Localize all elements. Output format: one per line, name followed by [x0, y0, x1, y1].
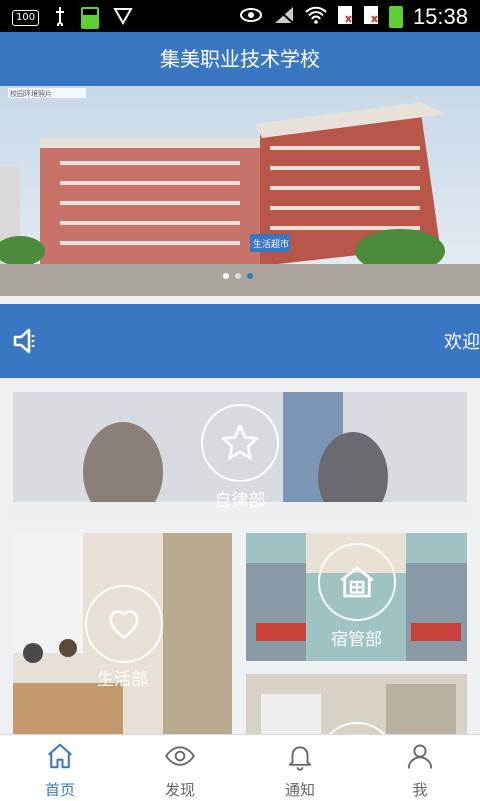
tab-discover[interactable]: 发现 [120, 735, 240, 801]
sim2-icon [363, 5, 379, 29]
sim1-icon [337, 5, 353, 29]
eye-icon [164, 741, 196, 775]
carousel-dot[interactable] [223, 273, 229, 279]
tab-label: 通知 [284, 781, 315, 799]
notice-text: 欢迎 [444, 332, 480, 353]
card-label: 自律部 [214, 491, 266, 511]
notice-bar[interactable]: 欢迎 [0, 304, 480, 378]
page-title: 集美职业技术学校 [160, 47, 320, 71]
tab-label: 我 [412, 781, 428, 799]
home-icon [44, 741, 76, 775]
app-header: 集美职业技术学校 [0, 32, 480, 86]
banner-sign-text: 生活超市 [253, 238, 289, 250]
bottom-tab-bar: 首页 发现 通知 我 [0, 734, 480, 801]
usb-icon [53, 6, 67, 30]
battery-small-icon [81, 7, 100, 29]
status-left-icons: 100 [12, 6, 133, 30]
house-icon [318, 543, 396, 621]
shield-icon [113, 6, 133, 30]
carousel-dot-active[interactable] [247, 273, 253, 279]
user-icon [404, 741, 436, 775]
notification-badge: 100 [12, 10, 40, 26]
card-label: 宿管部 [331, 630, 382, 650]
no-signal-icon [273, 5, 295, 29]
card-more[interactable] [246, 674, 467, 734]
status-right-icons: 15:38 [239, 4, 468, 30]
card-label: 生活部 [97, 670, 148, 690]
card-dorm[interactable]: 宿管部 [246, 533, 467, 661]
heart-icon [85, 585, 163, 663]
battery-icon [388, 6, 403, 28]
carousel-dot[interactable] [235, 273, 241, 279]
tab-home[interactable]: 首页 [0, 735, 120, 801]
bell-icon [284, 741, 316, 775]
status-bar: 100 15:38 [0, 0, 480, 32]
star-icon [201, 404, 279, 482]
card-self-discipline[interactable]: 自律部 [13, 392, 467, 520]
banner-carousel[interactable]: 生活超市 校园环境照片 [0, 86, 480, 296]
clock: 15:38 [412, 4, 468, 29]
banner-watermark: 校园环境照片 [10, 89, 52, 98]
tab-label: 发现 [164, 781, 195, 799]
eye-status-icon [239, 7, 263, 27]
speaker-icon [12, 326, 44, 360]
tab-me[interactable]: 我 [360, 735, 480, 801]
tab-label: 首页 [44, 781, 75, 799]
tab-notifications[interactable]: 通知 [240, 735, 360, 801]
wifi-icon [305, 6, 327, 28]
banner-image: 生活超市 校园环境照片 [0, 86, 480, 296]
card-life[interactable]: 生活部 [13, 533, 232, 734]
